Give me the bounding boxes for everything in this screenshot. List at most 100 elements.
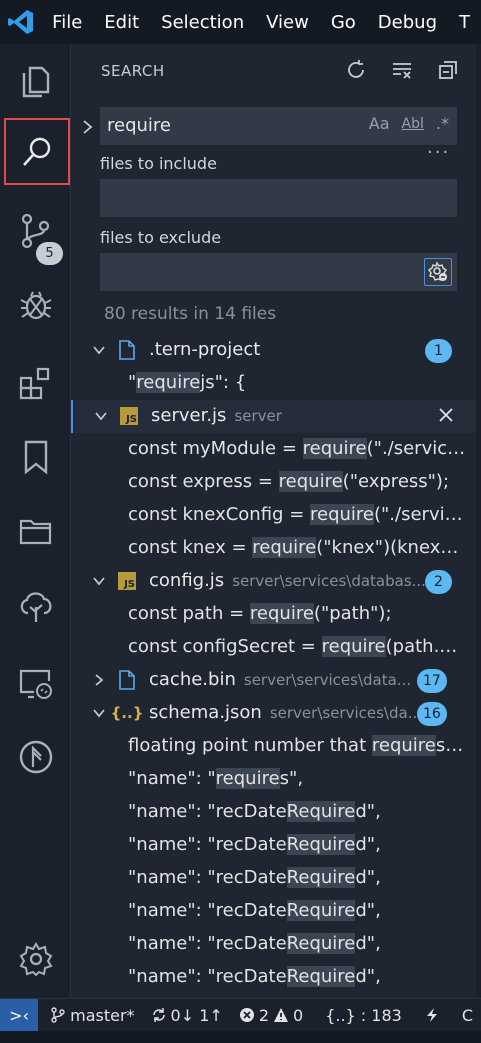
result-match-row[interactable]: "name": "recDateRequired", <box>71 796 476 829</box>
chevron-down-icon[interactable] <box>91 342 107 358</box>
result-match-row[interactable]: "name": "recDateRequired", <box>71 928 476 961</box>
search-details-ellipsis-icon[interactable]: ··· <box>427 142 450 163</box>
taskbar-strip <box>0 1031 481 1043</box>
menu-terminal[interactable]: T <box>448 12 481 33</box>
collapse-all-icon[interactable] <box>436 58 460 82</box>
result-match-row[interactable]: floating point number that requires m... <box>71 730 476 763</box>
file-name-text: config.js <box>149 570 225 591</box>
toggle-replace-chevron-icon[interactable] <box>79 116 97 138</box>
result-file-name: .tern-project <box>149 339 260 360</box>
chevron-down-icon[interactable] <box>91 573 107 589</box>
search-activity[interactable] <box>4 118 70 185</box>
result-file-row[interactable]: JS config.js server\services\databas... 2 <box>71 565 476 598</box>
remote-explorer-activity[interactable] <box>0 648 71 718</box>
menu-view[interactable]: View <box>255 12 320 33</box>
git-graph-activity[interactable] <box>0 722 71 792</box>
match-highlight: require <box>252 537 317 558</box>
gear-exclude-icon <box>428 261 448 281</box>
sync-icon <box>152 1008 165 1022</box>
result-file-name: config.js server\services\databas... <box>149 570 426 591</box>
use-exclude-settings-button[interactable] <box>424 258 452 286</box>
result-match-row[interactable]: "name": "requires", <box>71 763 476 796</box>
result-match-row[interactable]: "requirejs": { <box>71 367 476 400</box>
json-icon: {..} <box>110 704 144 722</box>
result-match-row[interactable]: "name": "recDateRequired", <box>71 895 476 928</box>
refresh-icon[interactable] <box>344 58 368 82</box>
sidebar-actions <box>344 58 460 82</box>
source-control-activity[interactable]: 5 <box>0 196 71 266</box>
match-highlight: Require <box>286 900 356 921</box>
remote-indicator[interactable]: >‹ <box>0 998 39 1032</box>
sync-indicator[interactable]: 0↓ 1↑ <box>143 1006 231 1025</box>
settings-activity[interactable] <box>0 924 71 994</box>
menu-go[interactable]: Go <box>320 12 367 33</box>
files-to-exclude-input[interactable] <box>100 253 457 291</box>
search-options: Aa Abl .* <box>369 114 449 133</box>
match-prefix: "name": "recDate <box>128 966 287 987</box>
match-suffix: (path.nor... <box>385 636 468 657</box>
lightning-indicator[interactable] <box>410 1007 448 1023</box>
result-match-row[interactable]: const knexConfig = require("./services/.… <box>71 499 476 532</box>
status-extra[interactable]: C <box>448 1006 481 1025</box>
result-file-row[interactable]: {..} schema.json server\services\da... 16 <box>71 697 476 730</box>
match-highlight: Require <box>286 966 356 987</box>
match-prefix: const myModule = <box>128 438 303 459</box>
result-file-row[interactable]: JS server.js server <box>71 400 476 433</box>
result-file-row[interactable]: cache.bin server\services\data... 17 <box>71 664 476 697</box>
json-outline-indicator[interactable]: {..} : 183 <box>311 1006 410 1025</box>
debug-activity[interactable] <box>0 270 71 340</box>
match-prefix: floating point number that <box>128 735 372 756</box>
branch-indicator[interactable]: master* <box>38 1006 142 1025</box>
menu-debug[interactable]: Debug <box>367 12 448 33</box>
problems-indicator[interactable]: 2 0 <box>231 1006 311 1025</box>
search-input[interactable]: require Aa Abl .* <box>100 107 457 145</box>
file-path-text: server\services\data... <box>243 671 412 689</box>
menu-bar: File Edit Selection View Go Debug T <box>41 12 481 33</box>
result-match-row[interactable]: const knex = require("knex")(knexCon... <box>71 532 476 565</box>
menu-edit[interactable]: Edit <box>93 12 150 33</box>
match-suffix: ("./services/... <box>374 504 468 525</box>
clear-results-icon[interactable] <box>390 58 414 82</box>
chevron-down-icon[interactable] <box>91 705 107 721</box>
match-count-badge: 1 <box>425 339 452 363</box>
git-graph-icon <box>19 740 52 774</box>
result-match-row[interactable]: "name": "recDateRequired", <box>71 862 476 895</box>
result-match-row[interactable]: const myModule = require("./services/... <box>71 433 476 466</box>
folders-icon <box>19 519 51 545</box>
title-bar: File Edit Selection View Go Debug T <box>0 0 481 44</box>
match-text: "name": "recDateRequired", <box>128 966 468 987</box>
result-match-row[interactable]: const configSecret = require(path.nor... <box>71 631 476 664</box>
file-icon <box>117 670 137 690</box>
match-prefix: const configSecret = <box>128 636 322 657</box>
project-manager-activity[interactable] <box>0 496 71 566</box>
chevron-right-icon[interactable] <box>91 672 107 688</box>
file-icon <box>117 340 137 360</box>
result-match-row[interactable]: "name": "recDateRequired", <box>71 829 476 862</box>
bookmarks-activity[interactable] <box>0 422 71 492</box>
match-suffix: d", <box>355 834 381 855</box>
menu-file[interactable]: File <box>41 12 93 33</box>
result-file-row[interactable]: .tern-project 1 <box>71 334 476 367</box>
extensions-activity[interactable] <box>0 348 71 418</box>
menu-selection[interactable]: Selection <box>150 12 255 33</box>
files-to-include-input[interactable] <box>100 179 457 217</box>
use-regex-toggle[interactable]: .* <box>436 114 449 133</box>
result-match-row[interactable]: const express = require("express"); <box>71 466 476 499</box>
dismiss-result-close-icon[interactable] <box>436 405 456 425</box>
match-whole-word-toggle[interactable]: Abl <box>402 116 424 132</box>
match-text: "name": "requires", <box>128 768 468 789</box>
result-match-row[interactable]: "name": "recDateRequired", <box>71 961 476 994</box>
tree-activity[interactable] <box>0 572 71 642</box>
search-sidebar: SEARCH require Aa Abl .* ··· files to in… <box>71 44 476 998</box>
js-icon: JS <box>117 571 137 591</box>
match-case-toggle[interactable]: Aa <box>369 114 390 133</box>
match-suffix: d", <box>355 867 381 888</box>
file-name-text: schema.json <box>149 702 262 723</box>
explorer-activity[interactable] <box>0 46 71 116</box>
bug-icon <box>20 291 51 320</box>
match-text: "name": "recDateRequired", <box>128 801 468 822</box>
js-icon: JS <box>119 406 139 426</box>
result-match-row[interactable]: const path = require("path"); <box>71 598 476 631</box>
match-highlight: require <box>321 636 386 657</box>
chevron-down-icon[interactable] <box>93 408 109 424</box>
